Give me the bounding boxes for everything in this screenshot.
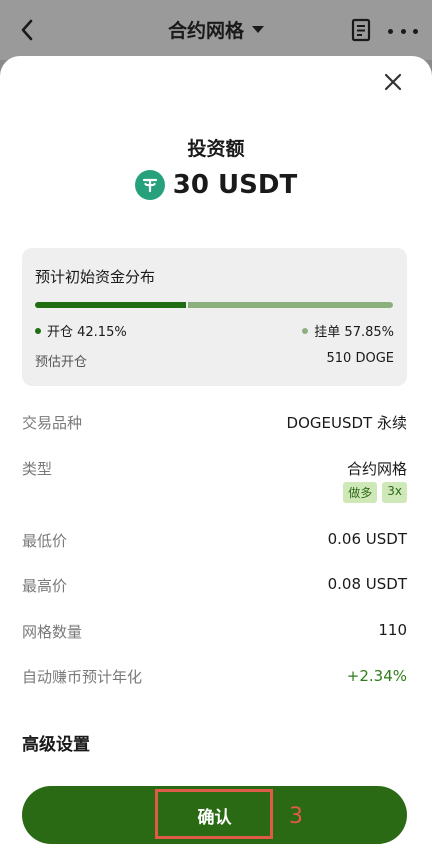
pending-progress-bar (188, 302, 393, 308)
top-nav-bar: 合约网格 (0, 0, 432, 60)
symbol-label: 交易品种 (22, 414, 83, 432)
more-dot (413, 28, 418, 34)
open-progress-bar (35, 302, 186, 308)
open-legend: 开仓 42.15% (35, 321, 127, 340)
invest-amount-label: 投资额 (187, 138, 245, 160)
pending-dot-icon (302, 327, 309, 334)
open-dot-icon (35, 327, 41, 334)
max-price-label: 最高价 (22, 577, 68, 595)
highlight-box (155, 789, 273, 839)
min-price-value: 0.06 USDT (327, 530, 407, 548)
caret-down-icon (252, 26, 264, 33)
document-icon (351, 18, 371, 42)
pending-legend-label: 挂单 57.85% (314, 325, 394, 340)
symbol-value: DOGEUSDT 永续 (286, 414, 407, 432)
fund-distribution-card: 预计初始资金分布 开仓 42.15% 挂单 57.85% 预估开仓 510 DO… (22, 248, 407, 386)
confirm-sheet: 投资额 30 USDT 预计初始资金分布 开仓 42.15% 挂单 57.85%… (0, 56, 432, 846)
type-value: 合约网格 (346, 460, 407, 478)
close-icon (384, 73, 402, 91)
distribution-title: 预计初始资金分布 (35, 268, 156, 286)
pending-legend: 挂单 57.85% (302, 321, 394, 340)
invest-amount: 30 USDT (0, 170, 432, 200)
grid-count-label: 网格数量 (22, 623, 83, 641)
apy-value: +2.34% (346, 667, 407, 685)
apy-label: 自动赚币预计年化 (22, 668, 143, 686)
advanced-settings[interactable]: 高级设置 (22, 730, 90, 755)
invest-amount-value: 30 USDT (172, 170, 298, 200)
close-button[interactable] (381, 70, 405, 94)
more-dots-icon (388, 28, 393, 34)
usdt-coin-icon (134, 170, 165, 200)
min-price-label: 最低价 (22, 532, 68, 550)
type-tags: 做多 3x (343, 482, 407, 503)
document-button[interactable] (350, 18, 374, 44)
more-dot (400, 28, 406, 34)
annotation-number: 3 (289, 804, 303, 829)
est-open-value: 510 DOGE (326, 351, 394, 366)
est-open-label: 预估开仓 (35, 355, 88, 370)
more-button[interactable] (388, 18, 418, 44)
long-tag: 做多 (343, 482, 378, 503)
page-title: 合约网格 (167, 20, 244, 42)
leverage-tag: 3x (382, 482, 407, 503)
open-legend-label: 开仓 42.15% (47, 325, 127, 340)
max-price-value: 0.08 USDT (327, 575, 407, 593)
grid-count-value: 110 (378, 621, 407, 639)
type-label: 类型 (22, 460, 53, 478)
